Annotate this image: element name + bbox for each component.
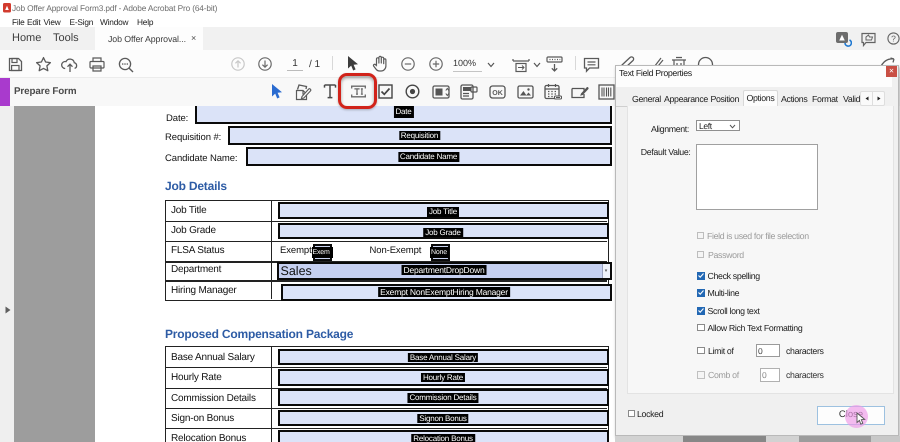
svg-text:OK: OK (492, 90, 503, 97)
svg-text:?: ? (891, 33, 896, 43)
